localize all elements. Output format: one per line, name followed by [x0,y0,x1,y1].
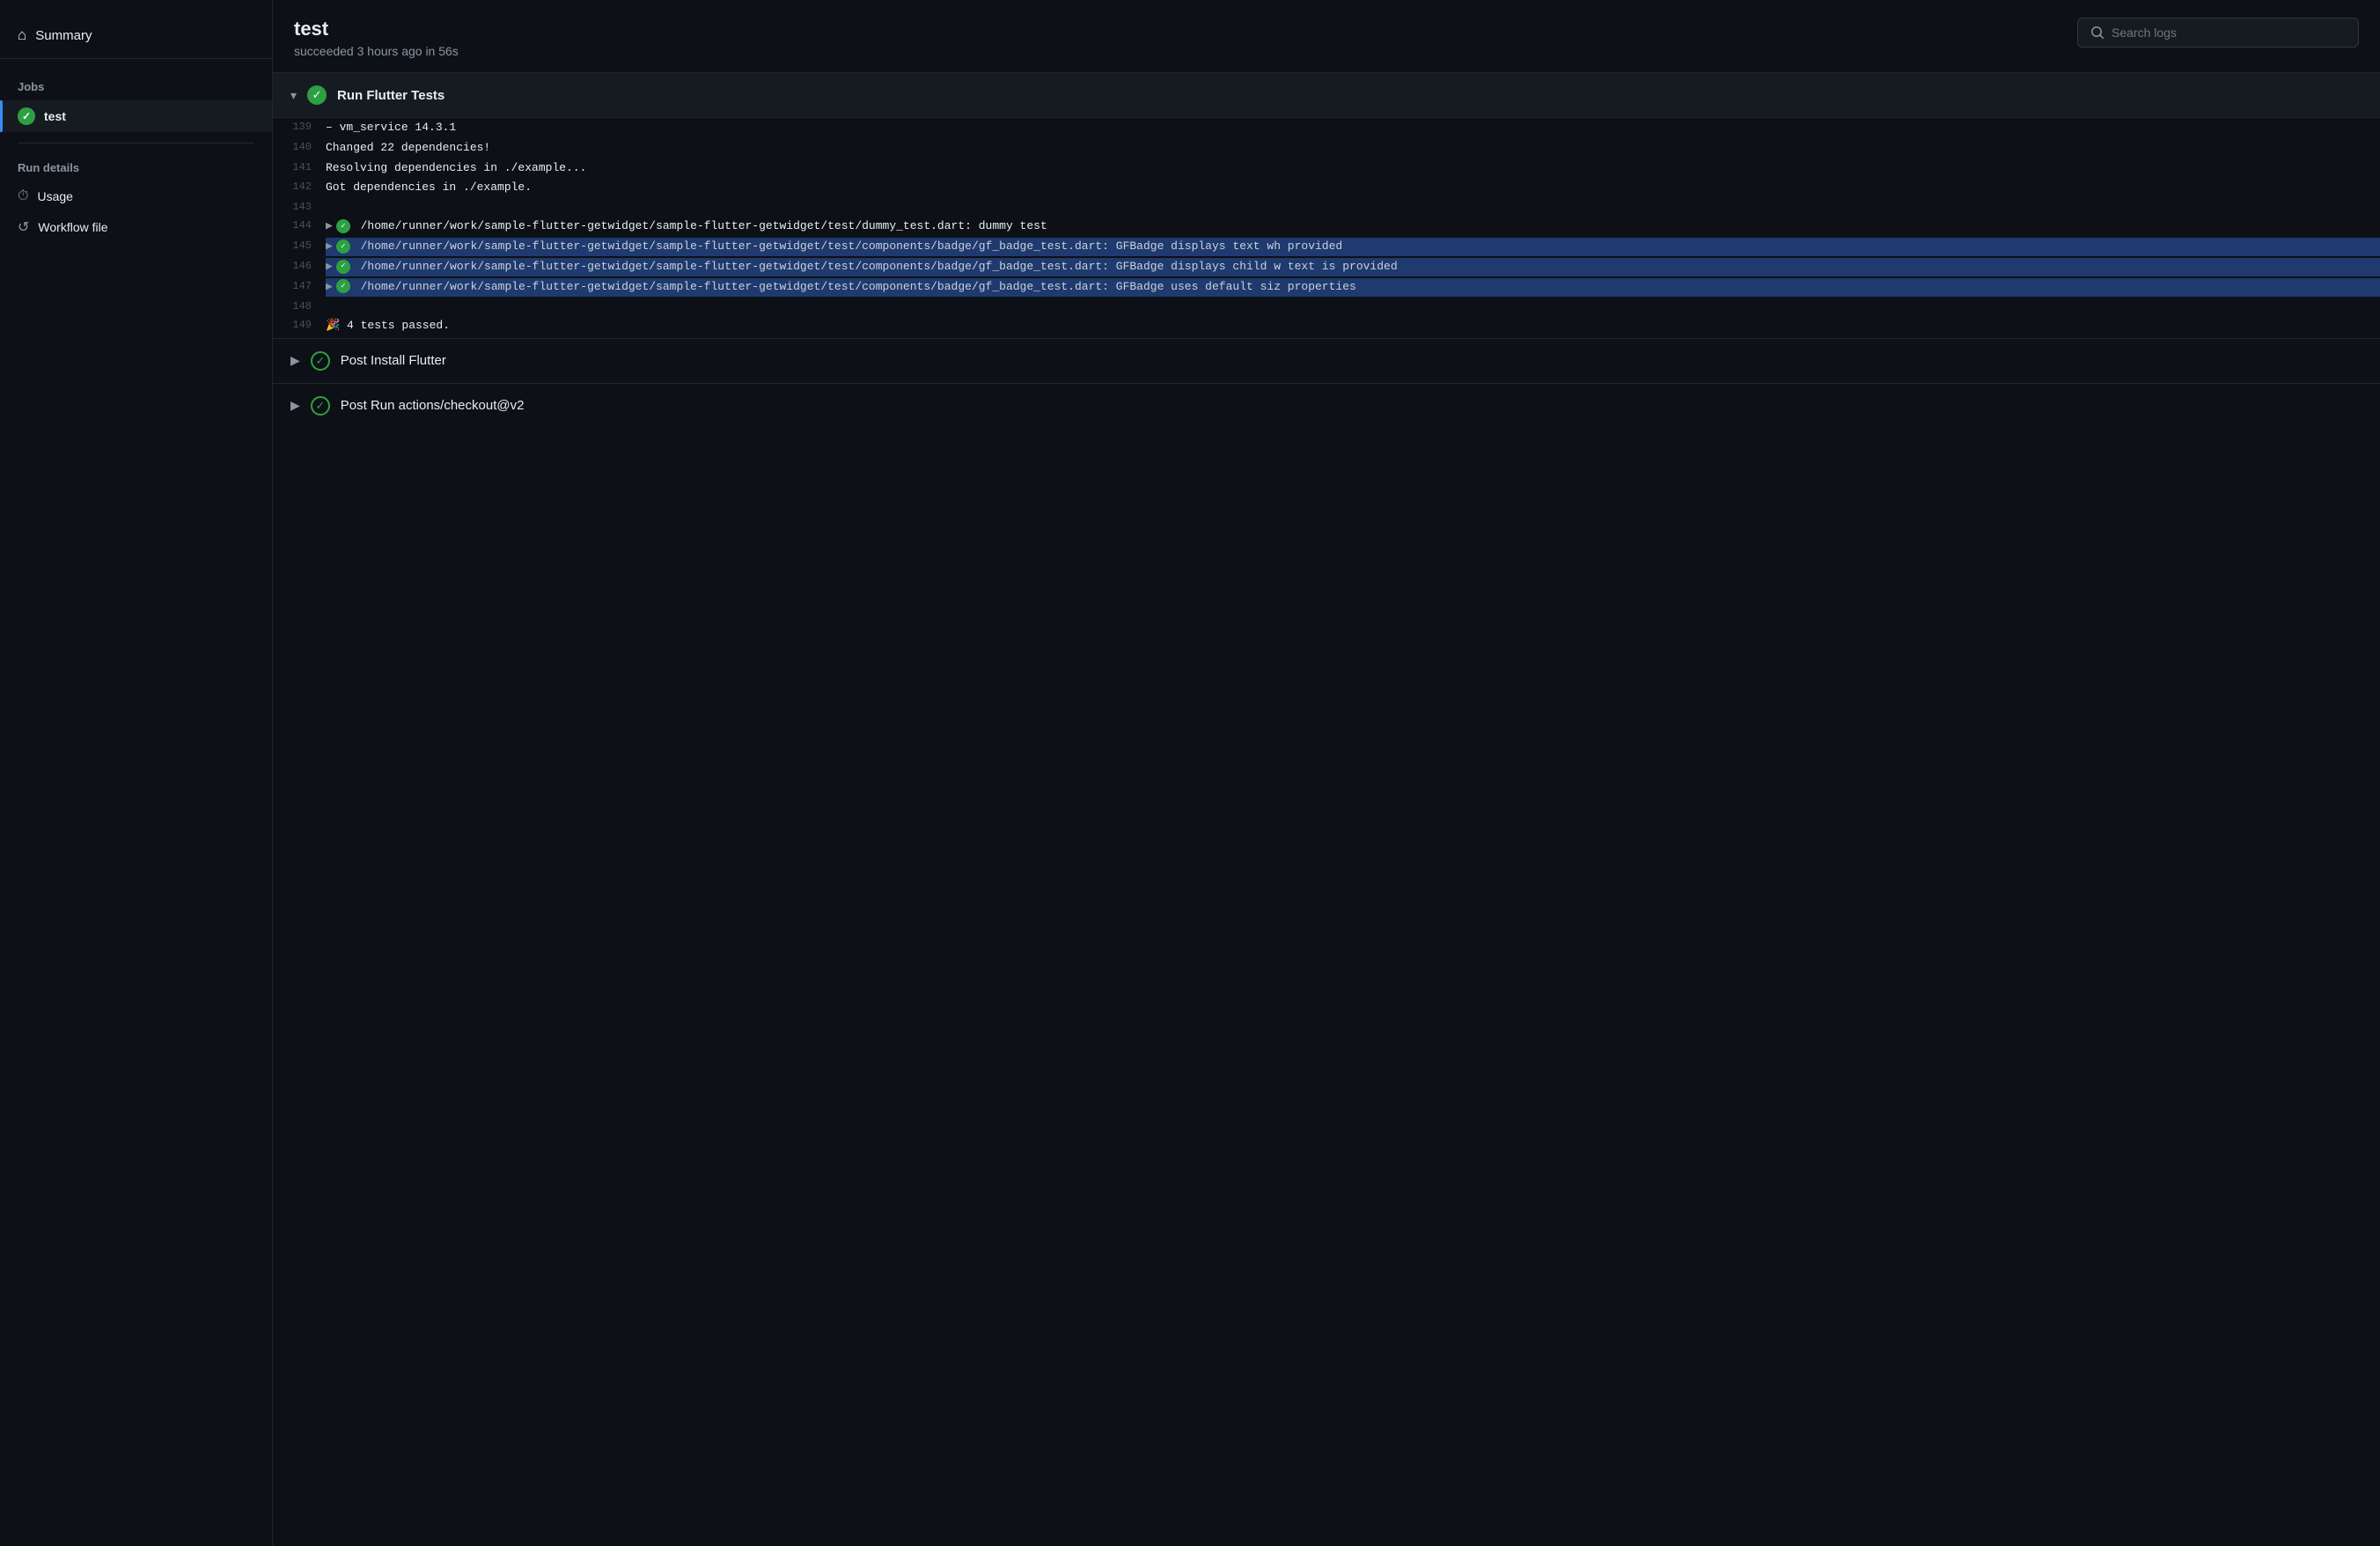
line-number: 145 [273,238,326,254]
line-number: 139 [273,119,326,136]
line-number: 141 [273,159,326,176]
chevron-right-icon: ▶ [290,353,300,368]
header-title-group: test succeeded 3 hours ago in 56s [294,18,459,58]
toggle-icon[interactable]: ▶ [326,239,333,253]
line-content: Got dependencies in ./example. [326,179,2380,197]
post-checkout-label: Post Run actions/checkout@v2 [341,398,525,413]
line-content: – vm_service 14.3.1 [326,119,2380,137]
page-title: test [294,18,459,40]
log-line: 142 Got dependencies in ./example. [273,178,2380,198]
check-icon: ✓ [336,260,350,274]
check-icon: ✓ [336,279,350,293]
line-content: 🎉 4 tests passed. [326,317,2380,335]
line-content: ▶✓ /home/runner/work/sample-flutter-getw… [326,258,2380,276]
run-flutter-tests-header[interactable]: ▾ ✓ Run Flutter Tests [273,73,2380,118]
post-install-flutter-section[interactable]: ▶ ✓ Post Install Flutter [273,338,2380,383]
sidebar: ⌂ Summary Jobs ✓ test Run details ⏱ Usag… [0,0,273,1546]
log-line: 139 – vm_service 14.3.1 [273,118,2380,138]
post-install-label: Post Install Flutter [341,353,446,368]
sidebar-divider [18,143,254,144]
run-details-label: Run details [0,158,272,181]
toggle-icon[interactable]: ▶ [326,219,333,232]
sidebar-item-test[interactable]: ✓ test [0,100,272,132]
chevron-down-icon: ▾ [290,88,297,103]
log-line: 143 [273,198,2380,217]
clock-icon: ⏱ [18,188,28,204]
log-line: 140 Changed 22 dependencies! [273,138,2380,158]
flutter-tests-status-icon: ✓ [307,85,327,105]
line-number: 149 [273,317,326,334]
sidebar-item-workflow-file[interactable]: ↺ Workflow file [0,211,272,243]
run-details-section: Run details ⏱ Usage ↺ Workflow file [0,158,272,243]
run-flutter-tests-section: ▾ ✓ Run Flutter Tests 139 – vm_service 1… [273,73,2380,336]
line-number: 140 [273,139,326,156]
flutter-tests-label: Run Flutter Tests [337,88,444,103]
line-number: 146 [273,258,326,275]
jobs-section: Jobs ✓ test [0,77,272,132]
log-line: 149 🎉 4 tests passed. [273,316,2380,336]
line-content: ▶✓ /home/runner/work/sample-flutter-getw… [326,278,2380,297]
line-content: Changed 22 dependencies! [326,139,2380,158]
log-line: 141 Resolving dependencies in ./example.… [273,158,2380,179]
line-number: 144 [273,217,326,234]
log-line[interactable]: 146 ▶✓ /home/runner/work/sample-flutter-… [273,257,2380,277]
usage-label: Usage [37,189,72,203]
toggle-icon[interactable]: ▶ [326,280,333,293]
summary-label: Summary [35,28,92,43]
workflow-file-label: Workflow file [38,220,107,234]
log-line[interactable]: 145 ▶✓ /home/runner/work/sample-flutter-… [273,237,2380,257]
line-content: Resolving dependencies in ./example... [326,159,2380,178]
check-icon: ✓ [336,239,350,254]
post-checkout-section[interactable]: ▶ ✓ Post Run actions/checkout@v2 [273,383,2380,428]
test-job-label: test [44,109,66,123]
log-line[interactable]: 147 ▶✓ /home/runner/work/sample-flutter-… [273,277,2380,298]
post-checkout-status-icon: ✓ [311,396,330,416]
line-number: 147 [273,278,326,295]
line-content: ▶✓ /home/runner/work/sample-flutter-getw… [326,238,2380,256]
toggle-icon[interactable]: ▶ [326,260,333,273]
search-icon [2090,26,2105,40]
chevron-right-icon: ▶ [290,398,300,413]
log-line: 148 [273,298,2380,316]
line-number: 142 [273,179,326,195]
log-line[interactable]: 144 ▶✓ /home/runner/work/sample-flutter-… [273,217,2380,237]
line-number: 148 [273,298,326,315]
line-content: ▶✓ /home/runner/work/sample-flutter-getw… [326,217,2380,236]
search-input[interactable] [2112,26,2346,40]
log-lines-container: 139 – vm_service 14.3.1 140 Changed 22 d… [273,118,2380,336]
test-status-icon: ✓ [18,107,35,125]
post-install-status-icon: ✓ [311,351,330,371]
jobs-section-label: Jobs [0,77,272,100]
home-icon: ⌂ [18,26,26,44]
main-content: test succeeded 3 hours ago in 56s ▾ ✓ Ru… [273,0,2380,1546]
file-icon: ↺ [18,218,29,236]
page-subtitle: succeeded 3 hours ago in 56s [294,44,459,58]
sidebar-item-usage[interactable]: ⏱ Usage [0,181,272,211]
main-header: test succeeded 3 hours ago in 56s [273,0,2380,73]
search-logs-container[interactable] [2077,18,2359,48]
check-icon: ✓ [336,219,350,233]
line-number: 143 [273,199,326,216]
log-area: ▾ ✓ Run Flutter Tests 139 – vm_service 1… [273,73,2380,1546]
sidebar-item-summary[interactable]: ⌂ Summary [0,18,272,59]
